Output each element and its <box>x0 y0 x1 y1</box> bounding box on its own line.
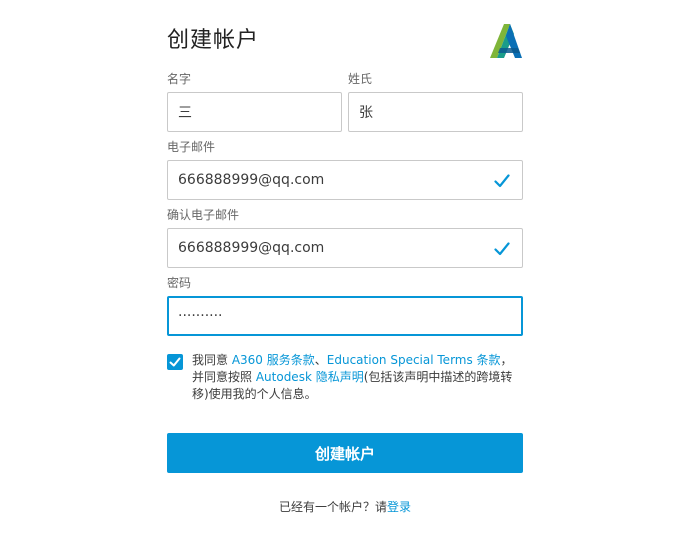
email-field[interactable] <box>167 160 523 200</box>
signin-prompt-text: 已经有一个帐户？请 <box>278 500 387 514</box>
education-terms-link[interactable]: Education Special Terms 条款 <box>327 353 501 367</box>
password-field[interactable] <box>167 296 523 336</box>
a360-terms-link[interactable]: A360 服务条款 <box>232 353 315 367</box>
page-title: 创建帐户 <box>167 28 260 53</box>
checkbox-checkmark-icon <box>169 357 181 367</box>
email-valid-checkmark-icon <box>494 173 510 188</box>
create-account-button[interactable]: 创建帐户 <box>167 433 523 473</box>
last-name-field[interactable] <box>348 92 523 132</box>
signup-form: 创建帐户 名字 姓氏 电子邮件 确认电子邮件 密码 <box>167 0 523 536</box>
first-name-label: 名字 <box>167 72 192 86</box>
first-name-field[interactable] <box>167 92 342 132</box>
confirm-email-field[interactable] <box>167 228 523 268</box>
privacy-statement-link[interactable]: Autodesk 隐私声明 <box>256 370 364 384</box>
password-label: 密码 <box>167 276 192 290</box>
agreement-text-part1: 我同意 <box>192 353 232 367</box>
agreement-text: 我同意 A360 服务条款、Education Special Terms 条款… <box>192 352 523 403</box>
confirm-email-label: 确认电子邮件 <box>167 208 240 222</box>
signin-prompt: 已经有一个帐户？请登录 <box>167 498 523 516</box>
last-name-label: 姓氏 <box>348 72 373 86</box>
autodesk-logo-icon <box>488 22 524 60</box>
agreement-checkbox[interactable] <box>167 354 183 370</box>
agreement-separator: 、 <box>314 353 327 367</box>
signin-link[interactable]: 登录 <box>387 500 411 514</box>
confirm-email-valid-checkmark-icon <box>494 241 510 256</box>
email-label: 电子邮件 <box>167 140 216 154</box>
